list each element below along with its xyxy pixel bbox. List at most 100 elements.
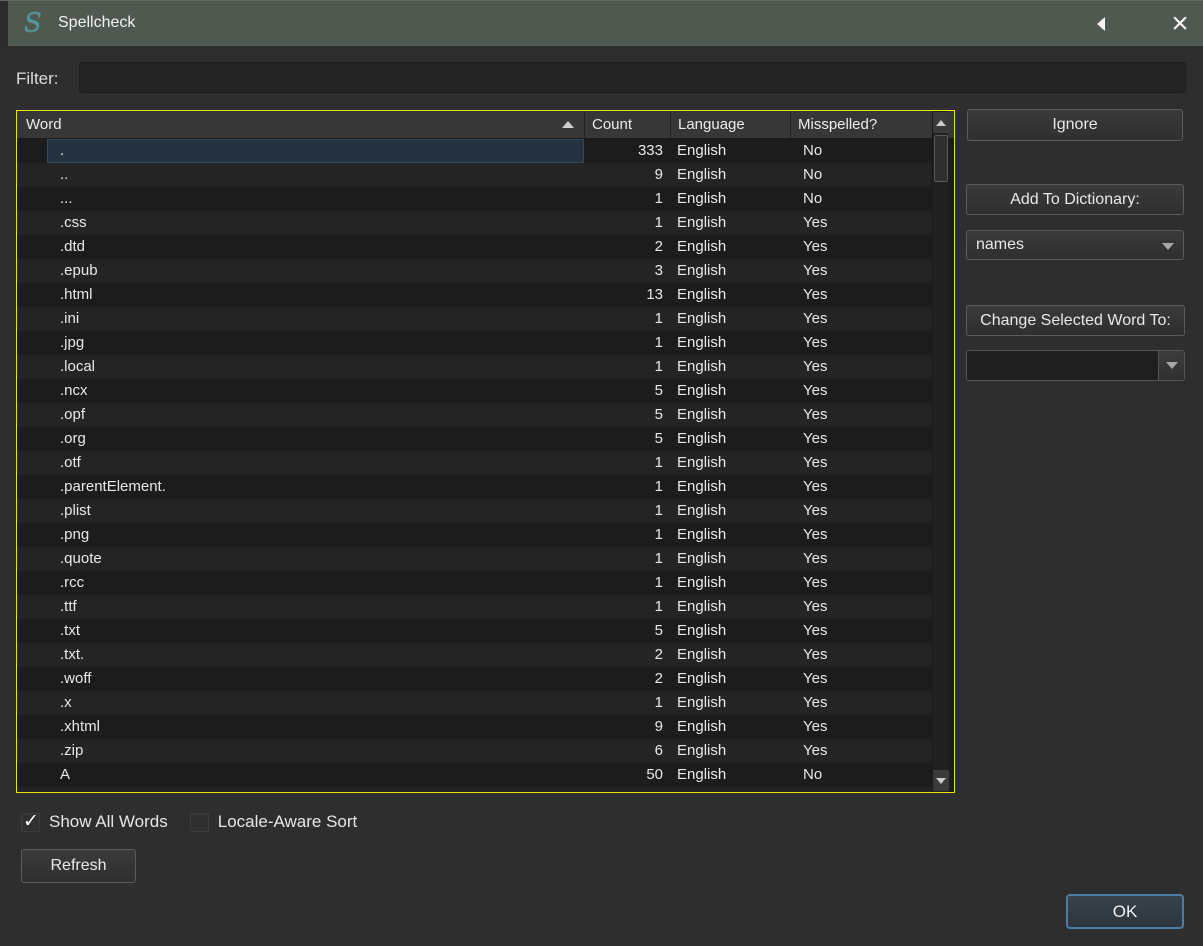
cell-language[interactable]: English bbox=[670, 739, 790, 763]
cell-count[interactable]: 2 bbox=[584, 643, 670, 667]
cell-misspelled[interactable]: Yes bbox=[790, 523, 938, 547]
table-row-partial[interactable] bbox=[17, 787, 938, 792]
cell-word[interactable]: .org bbox=[47, 427, 584, 451]
locale-aware-sort-label[interactable]: Locale-Aware Sort bbox=[218, 812, 358, 832]
cell-count[interactable]: 5 bbox=[584, 403, 670, 427]
cell-language[interactable]: English bbox=[670, 643, 790, 667]
cell-count[interactable]: 1 bbox=[584, 331, 670, 355]
table-row[interactable]: .html 13 English Yes bbox=[17, 283, 938, 307]
cell-word[interactable]: .parentElement. bbox=[47, 475, 584, 499]
dictionary-select[interactable]: names bbox=[966, 230, 1184, 260]
cell-misspelled[interactable]: Yes bbox=[790, 355, 938, 379]
cell-count[interactable]: 1 bbox=[584, 547, 670, 571]
cell-word[interactable]: .opf bbox=[47, 403, 584, 427]
cell-misspelled[interactable]: Yes bbox=[790, 283, 938, 307]
table-row[interactable]: .txt. 2 English Yes bbox=[17, 643, 938, 667]
cell-misspelled[interactable]: Yes bbox=[790, 619, 938, 643]
cell-language[interactable]: English bbox=[670, 691, 790, 715]
cell-word[interactable]: .woff bbox=[47, 667, 584, 691]
cell-language[interactable]: English bbox=[670, 595, 790, 619]
cell-misspelled[interactable]: Yes bbox=[790, 739, 938, 763]
cell-word[interactable]: . bbox=[47, 139, 584, 163]
table-row[interactable]: .dtd 2 English Yes bbox=[17, 235, 938, 259]
column-header-misspelled[interactable]: Misspelled? bbox=[790, 111, 938, 138]
filter-input[interactable] bbox=[79, 62, 1186, 93]
cell-word[interactable]: .. bbox=[47, 163, 584, 187]
cell-word[interactable]: .css bbox=[47, 211, 584, 235]
cell-misspelled[interactable]: No bbox=[790, 763, 938, 787]
cell-language[interactable]: English bbox=[670, 187, 790, 211]
cell-count[interactable]: 1 bbox=[584, 355, 670, 379]
scroll-up-icon[interactable] bbox=[933, 112, 949, 133]
cell-count[interactable]: 3 bbox=[584, 259, 670, 283]
cell-misspelled[interactable]: Yes bbox=[790, 379, 938, 403]
cell-count[interactable]: 1 bbox=[584, 595, 670, 619]
cell-count[interactable]: 1 bbox=[584, 307, 670, 331]
cell-misspelled[interactable]: Yes bbox=[790, 547, 938, 571]
spellcheck-table[interactable]: Word Count Language Misspelled? . 333 En… bbox=[16, 110, 955, 793]
cell-word[interactable]: .ttf bbox=[47, 595, 584, 619]
cell-misspelled[interactable]: No bbox=[790, 187, 938, 211]
cell-word[interactable]: .local bbox=[47, 355, 584, 379]
cell-count[interactable]: 6 bbox=[584, 739, 670, 763]
cell-language[interactable]: English bbox=[670, 547, 790, 571]
cell-word[interactable]: .txt bbox=[47, 619, 584, 643]
table-row[interactable]: .ttf 1 English Yes bbox=[17, 595, 938, 619]
cell-language[interactable]: English bbox=[670, 307, 790, 331]
column-header-word[interactable]: Word bbox=[17, 111, 584, 138]
cell-word[interactable]: .txt. bbox=[47, 643, 584, 667]
table-row[interactable]: ... 1 English No bbox=[17, 187, 938, 211]
titlebar-collapse-icon[interactable] bbox=[1090, 13, 1112, 35]
table-row[interactable]: .rcc 1 English Yes bbox=[17, 571, 938, 595]
cell-language[interactable]: English bbox=[670, 667, 790, 691]
cell-count[interactable]: 1 bbox=[584, 475, 670, 499]
cell-word[interactable]: .png bbox=[47, 523, 584, 547]
table-row[interactable]: .jpg 1 English Yes bbox=[17, 331, 938, 355]
cell-count[interactable]: 1 bbox=[584, 499, 670, 523]
cell-count[interactable]: 2 bbox=[584, 667, 670, 691]
table-row[interactable]: .otf 1 English Yes bbox=[17, 451, 938, 475]
cell-misspelled[interactable]: Yes bbox=[790, 235, 938, 259]
refresh-button[interactable]: Refresh bbox=[21, 849, 136, 883]
column-header-count[interactable]: Count bbox=[584, 111, 670, 138]
table-row[interactable]: .plist 1 English Yes bbox=[17, 499, 938, 523]
vertical-scrollbar[interactable] bbox=[932, 111, 949, 792]
cell-language[interactable]: English bbox=[670, 499, 790, 523]
table-row[interactable]: .woff 2 English Yes bbox=[17, 667, 938, 691]
cell-language[interactable]: English bbox=[670, 379, 790, 403]
show-all-words-checkbox[interactable] bbox=[21, 810, 40, 833]
cell-language[interactable]: English bbox=[670, 331, 790, 355]
cell-language[interactable]: English bbox=[670, 211, 790, 235]
cell-word[interactable]: .x bbox=[47, 691, 584, 715]
cell-language[interactable]: English bbox=[670, 235, 790, 259]
table-row[interactable]: .epub 3 English Yes bbox=[17, 259, 938, 283]
cell-misspelled[interactable]: Yes bbox=[790, 331, 938, 355]
table-row[interactable]: .parentElement. 1 English Yes bbox=[17, 475, 938, 499]
close-icon[interactable]: × bbox=[1160, 3, 1200, 45]
cell-misspelled[interactable]: Yes bbox=[790, 691, 938, 715]
cell-word[interactable]: .plist bbox=[47, 499, 584, 523]
table-row[interactable]: .opf 5 English Yes bbox=[17, 403, 938, 427]
cell-count[interactable]: 13 bbox=[584, 283, 670, 307]
cell-count[interactable]: 1 bbox=[584, 187, 670, 211]
add-to-dictionary-button[interactable]: Add To Dictionary: bbox=[966, 184, 1184, 215]
cell-count[interactable]: 5 bbox=[584, 619, 670, 643]
cell-language[interactable]: English bbox=[670, 451, 790, 475]
cell-count[interactable]: 9 bbox=[584, 715, 670, 739]
change-word-combobox[interactable] bbox=[966, 350, 1185, 381]
table-row[interactable]: .txt 5 English Yes bbox=[17, 619, 938, 643]
cell-language[interactable]: English bbox=[670, 163, 790, 187]
cell-word[interactable]: .ini bbox=[47, 307, 584, 331]
cell-language[interactable]: English bbox=[670, 715, 790, 739]
cell-word[interactable]: A bbox=[47, 763, 584, 787]
table-row[interactable]: .png 1 English Yes bbox=[17, 523, 938, 547]
cell-language[interactable]: English bbox=[670, 403, 790, 427]
cell-misspelled[interactable]: Yes bbox=[790, 427, 938, 451]
table-row[interactable]: .css 1 English Yes bbox=[17, 211, 938, 235]
cell-language[interactable]: English bbox=[670, 619, 790, 643]
cell-misspelled[interactable]: Yes bbox=[790, 595, 938, 619]
table-row[interactable]: .xhtml 9 English Yes bbox=[17, 715, 938, 739]
cell-language[interactable]: English bbox=[670, 283, 790, 307]
cell-misspelled[interactable]: Yes bbox=[790, 211, 938, 235]
cell-misspelled[interactable]: Yes bbox=[790, 715, 938, 739]
